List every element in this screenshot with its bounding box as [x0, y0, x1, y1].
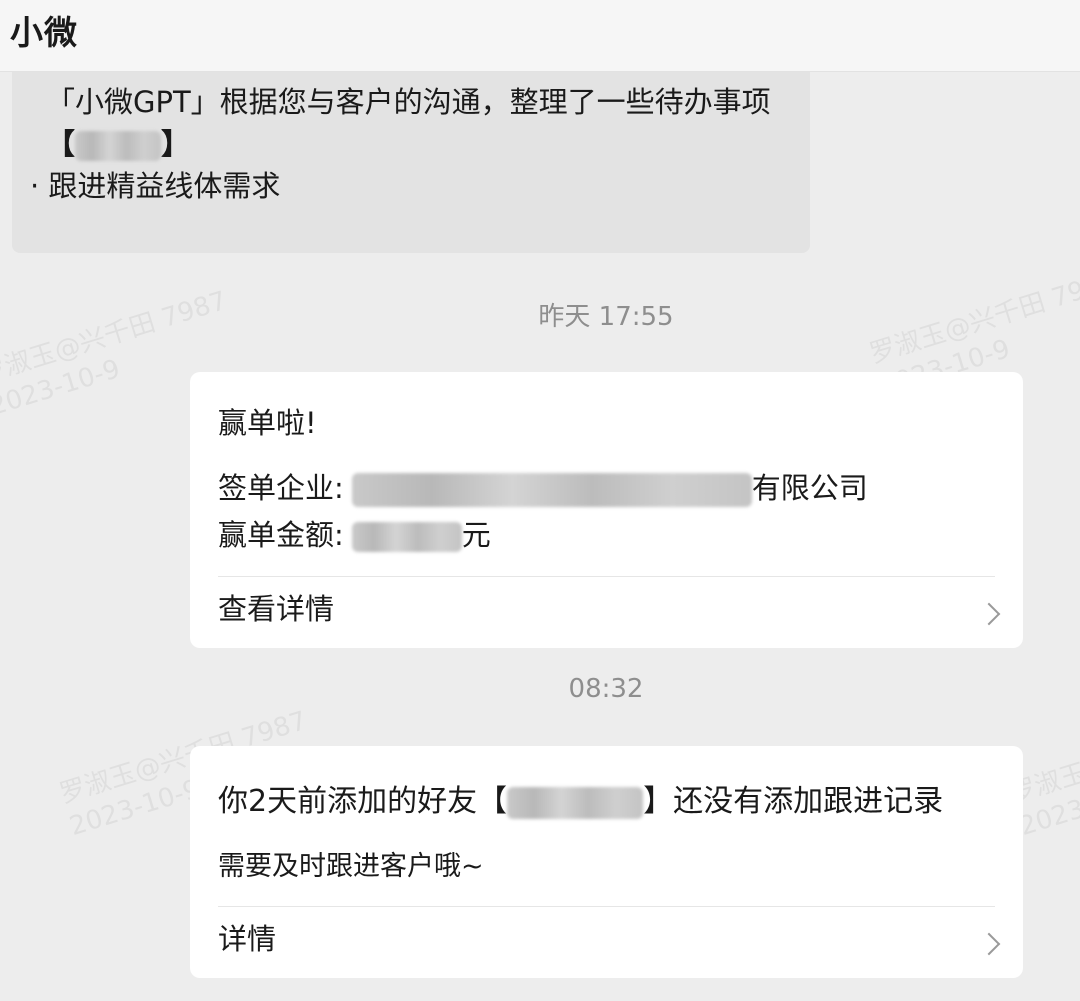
- gpt-contact-tag: 【】: [46, 124, 190, 164]
- gpt-message-bubble[interactable]: 「小微GPT」根据您与客户的沟通，整理了一些待办事项 【】 · 跟进精益线体需求: [12, 72, 810, 253]
- chat-header: 小微: [0, 0, 1080, 72]
- details-link[interactable]: 详情: [218, 916, 276, 958]
- win-amount-label: 赢单金额:: [218, 518, 344, 552]
- reminder-title-prefix: 你2天前添加的好友【: [218, 784, 508, 819]
- redacted-contact-name: [75, 131, 162, 161]
- reminder-title-suffix: 】还没有添加跟进记录: [643, 784, 944, 819]
- redacted-amount: [351, 522, 462, 552]
- card-divider: [218, 906, 995, 907]
- gpt-message-intro: 「小微GPT」根据您与客户的沟通，整理了一些待办事项: [46, 85, 771, 119]
- redacted-company-name: [351, 473, 752, 507]
- win-deal-card[interactable]: 赢单啦! 签单企业: 有限公司 赢单金额: 元 查看详情: [190, 372, 1023, 648]
- follow-up-reminder-card[interactable]: 你2天前添加的好友【 】还没有添加跟进记录 需要及时跟进客户哦~ 详情: [190, 746, 1023, 978]
- chat-title: 小微: [10, 13, 78, 52]
- chevron-right-icon[interactable]: [977, 602, 1001, 626]
- card-divider: [218, 576, 995, 577]
- message-timestamp: 昨天 17:55: [538, 302, 674, 332]
- tag-open-bracket: 【: [46, 127, 76, 161]
- signed-company-row: 签单企业: 有限公司: [218, 465, 868, 507]
- chevron-right-icon[interactable]: [977, 932, 1001, 956]
- message-timestamp: 08:32: [568, 674, 644, 704]
- redacted-friend-name: [507, 786, 644, 819]
- view-details-link[interactable]: 查看详情: [218, 586, 334, 628]
- signed-company-label: 签单企业:: [218, 471, 344, 505]
- amount-unit: 元: [461, 518, 491, 552]
- win-amount-row: 赢单金额: 元: [218, 512, 491, 554]
- win-card-title: 赢单啦!: [218, 406, 317, 440]
- tag-close-bracket: 】: [161, 127, 191, 161]
- reminder-title: 你2天前添加的好友【 】还没有添加跟进记录: [218, 776, 943, 820]
- gpt-todo-item: · 跟进精益线体需求: [30, 169, 281, 203]
- reminder-subtitle: 需要及时跟进客户哦~: [218, 851, 484, 882]
- company-suffix: 有限公司: [751, 471, 868, 505]
